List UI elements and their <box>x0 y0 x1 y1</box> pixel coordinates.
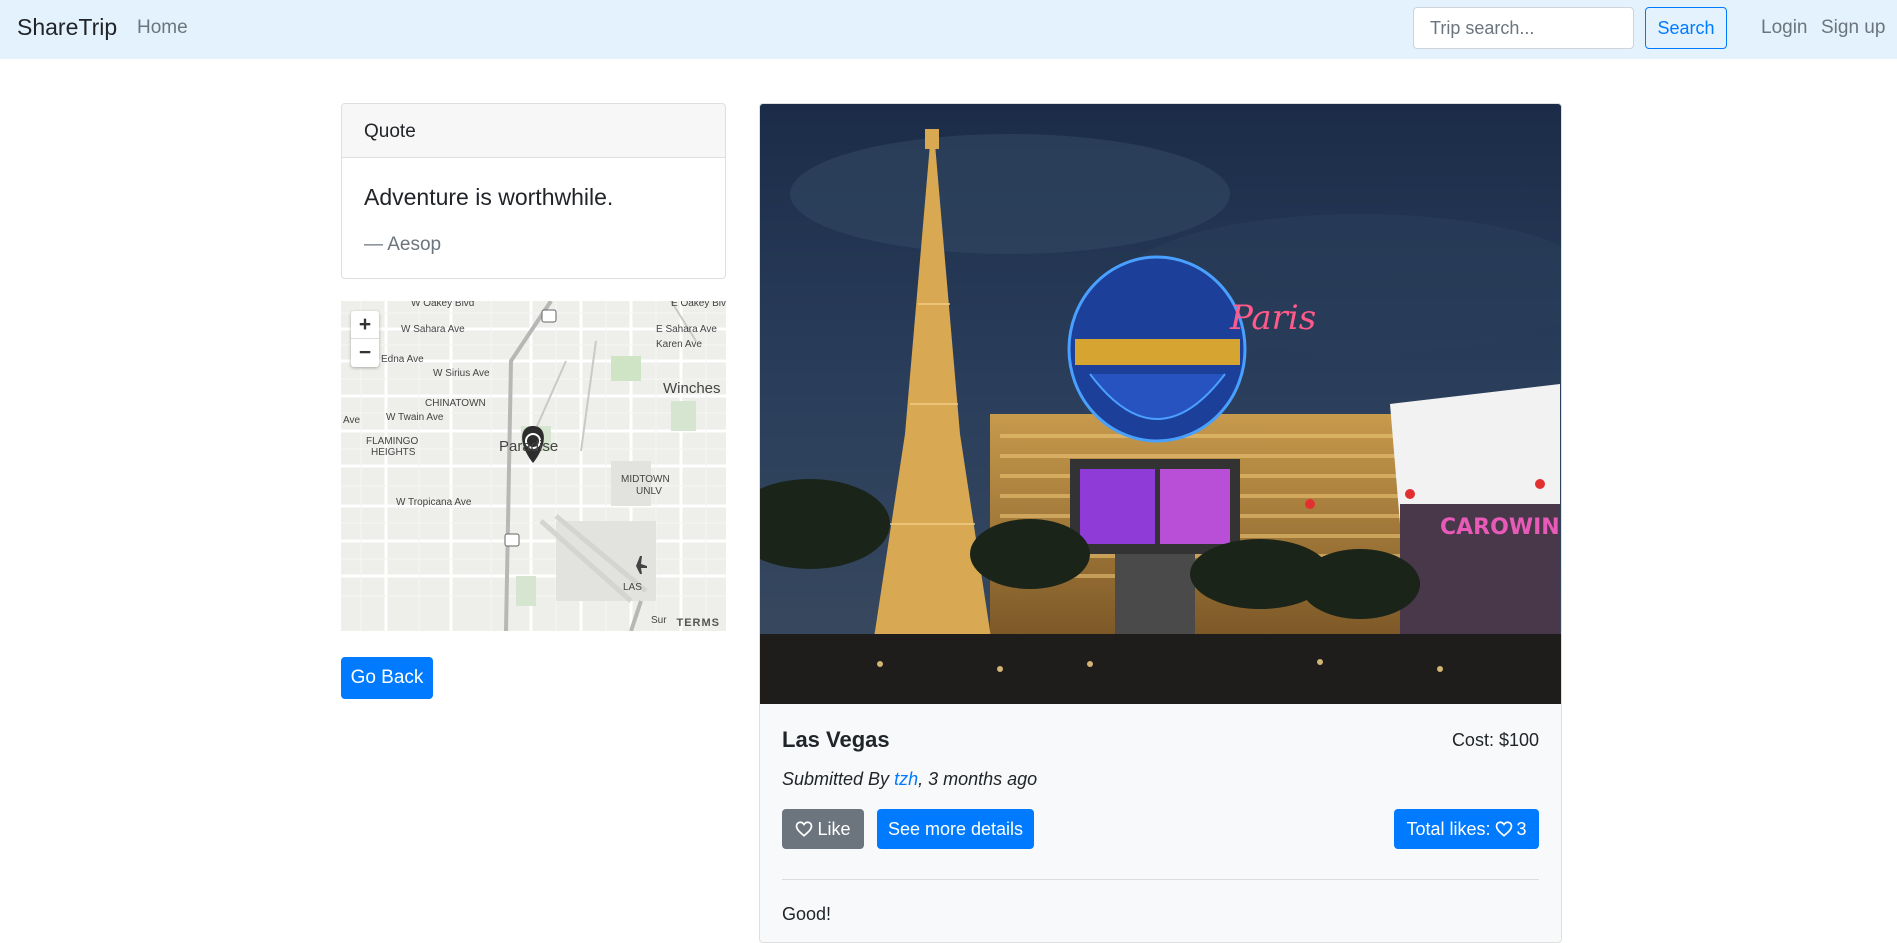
author-link[interactable]: tzh <box>894 769 918 789</box>
like-button[interactable]: Like <box>782 809 864 849</box>
map-label: W Sirius Ave <box>433 368 490 379</box>
map-label: UNLV <box>636 486 662 497</box>
map-label: Winches <box>663 380 721 397</box>
map-label: LAS <box>623 582 642 593</box>
quote-header: Quote <box>342 104 725 158</box>
login-link[interactable]: Login <box>1761 17 1808 39</box>
go-back-button[interactable]: Go Back <box>341 657 433 699</box>
map-label: W Tropicana Ave <box>396 497 472 508</box>
map-label: Edna Ave <box>381 354 424 365</box>
trip-photo: Paris CAROWINE <box>760 104 1561 704</box>
map-zoom-control: + − <box>351 311 379 367</box>
heart-icon <box>1495 821 1512 837</box>
trip-title: Las Vegas <box>782 727 890 752</box>
navbar: ShareTrip Home Search Login Sign up <box>0 0 1897 59</box>
zoom-in-button[interactable]: + <box>351 311 379 339</box>
map-label: HEIGHTS <box>371 447 416 458</box>
total-likes-button[interactable]: Total likes: 3 <box>1394 809 1539 849</box>
search-button[interactable]: Search <box>1645 7 1727 49</box>
map-tiles <box>341 301 726 631</box>
quote-text: Adventure is worthwhile. <box>364 184 614 210</box>
brand-link[interactable]: ShareTrip <box>17 14 117 41</box>
map-label: MIDTOWN <box>621 474 670 485</box>
map-label: Karen Ave <box>656 339 702 350</box>
signup-link[interactable]: Sign up <box>1821 17 1885 39</box>
submitted-prefix: Submitted By <box>782 769 895 789</box>
trip-map[interactable]: W Oakey Blvd E Oakey Blvd W Sahara Ave E… <box>341 301 726 631</box>
trip-description: Good! <box>782 904 832 924</box>
map-label: E Oakey Blvd <box>671 301 726 309</box>
divider <box>782 879 1539 880</box>
trip-cost: Cost: $100 <box>1451 730 1539 750</box>
quote-card: Quote Adventure is worthwhile. — Aesop <box>341 103 726 279</box>
map-label: FLAMINGO <box>366 436 419 447</box>
total-likes-label: Total likes: <box>1406 818 1491 839</box>
map-label: W Sahara Ave <box>401 324 465 335</box>
map-label: Ave <box>343 415 361 426</box>
svg-text:Paris: Paris <box>1229 298 1316 338</box>
heart-icon <box>796 821 813 837</box>
map-label: CHINATOWN <box>425 398 486 409</box>
nav-home-link[interactable]: Home <box>137 17 188 39</box>
map-label: E Sahara Ave <box>656 324 717 335</box>
svg-text:CAROWINE: CAROWINE <box>1440 515 1561 540</box>
trip-submitted-by: Submitted By tzh, 3 months ago <box>782 769 1037 790</box>
map-label: W Oakey Blvd <box>411 301 475 309</box>
total-likes-count: 3 <box>1516 818 1527 839</box>
map-label: Sur <box>651 615 667 626</box>
submitted-suffix: , 3 months ago <box>918 769 1038 789</box>
trip-card: Paris CAROWINE Las Vegas Cost: $1 <box>759 103 1562 943</box>
zoom-out-button[interactable]: − <box>351 339 379 367</box>
map-label: Paradise <box>499 438 559 455</box>
map-terms-link[interactable]: TERMS <box>677 617 721 629</box>
trip-search-input[interactable] <box>1413 7 1634 49</box>
quote-author: — Aesop <box>364 234 442 255</box>
map-label: W Twain Ave <box>386 412 444 423</box>
like-label: Like <box>817 818 851 839</box>
see-more-details-button[interactable]: See more details <box>877 809 1034 849</box>
